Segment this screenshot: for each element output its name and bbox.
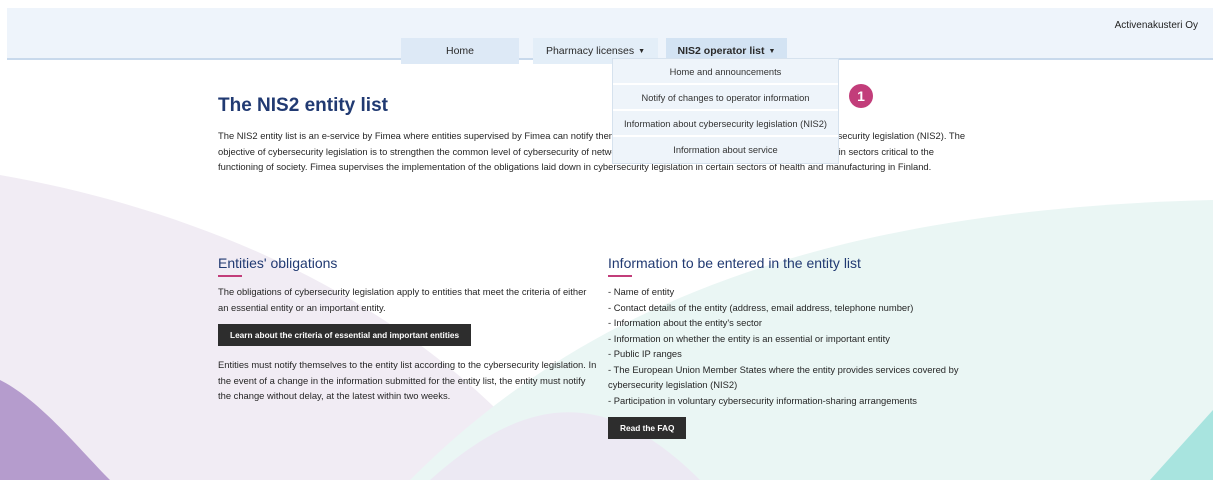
background-decoration <box>0 175 1213 480</box>
list-item: - Information about the entity's sector <box>608 317 762 328</box>
nav-pharmacy-licenses-label: Pharmacy licenses <box>545 45 635 57</box>
nav-home-label: Home <box>445 45 474 57</box>
list-item: - Information on whether the entity is a… <box>608 332 890 344</box>
entity-info-heading: Information to be entered in the entity … <box>608 255 861 271</box>
read-faq-button[interactable]: Read the FAQ <box>608 417 687 439</box>
menu-item-notify-changes[interactable]: Notify of changes to operator informatio… <box>613 85 838 111</box>
learn-criteria-button[interactable]: Learn about the criteria of essential an… <box>218 324 472 346</box>
chevron-down-icon: ▼ <box>638 48 646 55</box>
nis2-dropdown-menu: Home and announcements Notify of changes… <box>612 58 839 164</box>
nav-home[interactable]: Home <box>401 38 519 64</box>
user-account-name[interactable]: Activenakusteri Oy <box>1115 20 1198 31</box>
entity-info-section: Information to be entered in the entity … <box>608 255 998 450</box>
main-nav: Home Pharmacy licenses ▼ NIS2 operator li… <box>7 38 1213 64</box>
list-item: - Contact details of the entity (address… <box>608 301 914 313</box>
chevron-down-icon: ▼ <box>768 48 776 55</box>
notify-paragraph: Entities must notify themselves to the e… <box>218 359 597 401</box>
menu-item-home-announcements[interactable]: Home and announcements <box>613 59 838 85</box>
heading-underline <box>608 275 632 277</box>
list-item: - Name of entity <box>608 286 675 297</box>
menu-item-information-about-service[interactable]: Information about service <box>613 137 838 163</box>
list-item: - Participation in voluntary cybersecuri… <box>608 394 917 406</box>
obligations-heading: Entities' obligations <box>218 255 338 271</box>
step-number-badge: 1 <box>849 84 873 108</box>
heading-underline <box>218 275 242 277</box>
menu-item-cybersecurity-legislation[interactable]: Information about cybersecurity legislat… <box>613 111 838 137</box>
list-item: - Public IP ranges <box>608 348 682 359</box>
top-navigation-bar: Activenakusteri Oy Home Pharmacy license… <box>7 8 1213 64</box>
obligations-paragraph: The obligations of cybersecurity legisla… <box>218 286 587 313</box>
entity-info-list: - Name of entity - Contact details of th… <box>608 284 998 408</box>
page-title: The NIS2 entity list <box>218 95 388 116</box>
nav-nis2-operator-list-label: NIS2 operator list <box>677 45 765 57</box>
intro-paragraph: The NIS2 entity list is an e-service by … <box>218 130 966 172</box>
list-item: - The European Union Member States where… <box>608 363 959 391</box>
obligations-section: Entities' obligations The obligations of… <box>218 255 598 404</box>
